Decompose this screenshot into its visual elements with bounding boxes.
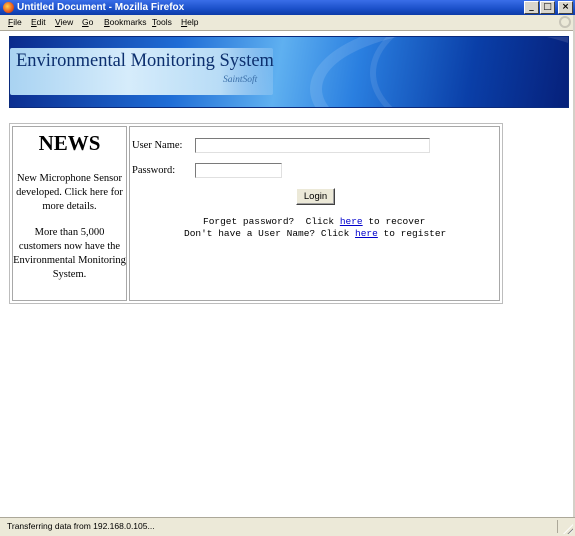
status-separator <box>557 520 558 533</box>
status-bar: Transferring data from 192.168.0.105... <box>0 517 575 536</box>
register-link[interactable]: here <box>355 228 378 239</box>
maximize-icon[interactable]: □ <box>540 1 555 14</box>
close-icon[interactable]: × <box>558 1 573 14</box>
page-content: Environmental Monitoring System SaintSof… <box>0 31 575 517</box>
password-label: Password: <box>132 165 176 176</box>
banner-swoosh <box>370 37 568 107</box>
news-panel: NEWS New Microphone Sensor developed. Cl… <box>12 126 127 301</box>
news-item[interactable]: New Microphone Sensor developed. Click h… <box>13 172 126 214</box>
username-label: User Name: <box>132 140 183 151</box>
status-text: Transferring data from 192.168.0.105... <box>7 521 155 531</box>
window-titlebar[interactable]: Untitled Document - Mozilla Firefox _ □ … <box>0 0 575 15</box>
news-item: More than 5,000 customers now have the E… <box>13 227 126 280</box>
username-input[interactable] <box>195 138 430 153</box>
forgot-password-text: Forget password? Click here to recover <box>203 216 426 227</box>
login-button[interactable]: Login <box>296 188 335 205</box>
site-banner: Environmental Monitoring System SaintSof… <box>9 36 569 108</box>
window-controls: _ □ × <box>524 1 573 14</box>
layout-table: NEWS New Microphone Sensor developed. Cl… <box>9 123 503 304</box>
throbber-icon <box>559 16 571 28</box>
menu-help[interactable]: Help <box>181 15 198 30</box>
banner-title: Environmental Monitoring System <box>16 51 274 71</box>
news-heading: NEWS <box>38 131 101 155</box>
password-input[interactable] <box>195 163 282 178</box>
menu-go[interactable]: Go <box>82 15 93 30</box>
login-panel: User Name: Password: Login Forget passwo… <box>129 126 500 301</box>
menu-edit[interactable]: Edit <box>31 15 46 30</box>
minimize-icon[interactable]: _ <box>524 1 539 14</box>
menu-file[interactable]: File <box>8 15 22 30</box>
recover-link[interactable]: here <box>340 216 363 227</box>
firefox-icon <box>3 2 14 13</box>
menu-view[interactable]: View <box>55 15 73 30</box>
menu-bookmarks[interactable]: Bookmarks <box>104 15 147 30</box>
resize-grip-icon[interactable] <box>563 524 573 534</box>
menu-tools[interactable]: Tools <box>152 15 172 30</box>
menubar: File Edit View Go Bookmarks Tools Help <box>0 15 575 31</box>
banner-subtitle: SaintSoft <box>223 75 258 85</box>
window-title: Untitled Document - Mozilla Firefox <box>17 2 185 13</box>
register-text: Don't have a User Name? Click here to re… <box>184 228 447 239</box>
